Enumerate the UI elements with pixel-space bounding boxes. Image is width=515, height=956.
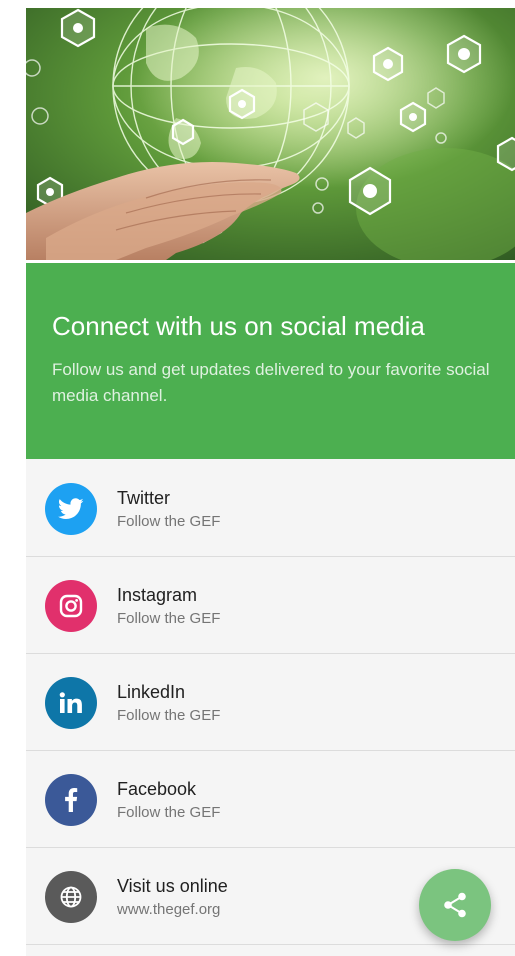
facebook-f-icon — [65, 788, 78, 812]
twitter-avatar — [45, 483, 97, 535]
linkedin-in-icon — [59, 692, 82, 713]
list-item-subtitle: Follow the GEF — [117, 610, 221, 627]
website-avatar — [45, 871, 97, 923]
globe-icon — [60, 886, 82, 908]
hero-image — [26, 8, 515, 260]
instagram-avatar — [45, 580, 97, 632]
list-item-subtitle: Follow the GEF — [117, 804, 221, 821]
globe-hands-icon — [26, 8, 515, 260]
list-item-subtitle: www.thegef.org — [117, 901, 221, 918]
twitter-bird-icon — [58, 498, 84, 519]
app-screen: Connect with us on social media Follow u… — [26, 8, 515, 956]
list-item-title: Facebook — [117, 779, 197, 799]
banner-title: Connect with us on social media — [52, 311, 425, 341]
list-item-subtitle: Follow the GEF — [117, 707, 221, 724]
list-item-linkedin[interactable]: LinkedIn Follow the GEF — [26, 654, 515, 751]
social-banner: Connect with us on social media Follow u… — [26, 263, 515, 459]
list-item-twitter[interactable]: Twitter Follow the GEF — [26, 460, 515, 557]
list-item-title: Twitter — [117, 488, 171, 508]
facebook-avatar — [45, 774, 97, 826]
list-item-instagram[interactable]: Instagram Follow the GEF — [26, 557, 515, 654]
list-item-title: Instagram — [117, 585, 198, 605]
share-fab-button[interactable] — [419, 869, 491, 941]
list-item-facebook[interactable]: Facebook Follow the GEF — [26, 751, 515, 848]
list-item-subtitle: Follow the GEF — [117, 513, 221, 530]
share-icon — [444, 892, 466, 918]
banner-description: Follow us and get updates delivered to y… — [52, 360, 490, 405]
instagram-camera-icon — [59, 594, 83, 618]
linkedin-avatar — [45, 677, 97, 729]
list-item-title: LinkedIn — [117, 682, 186, 702]
list-item-title: Visit us online — [117, 876, 228, 896]
